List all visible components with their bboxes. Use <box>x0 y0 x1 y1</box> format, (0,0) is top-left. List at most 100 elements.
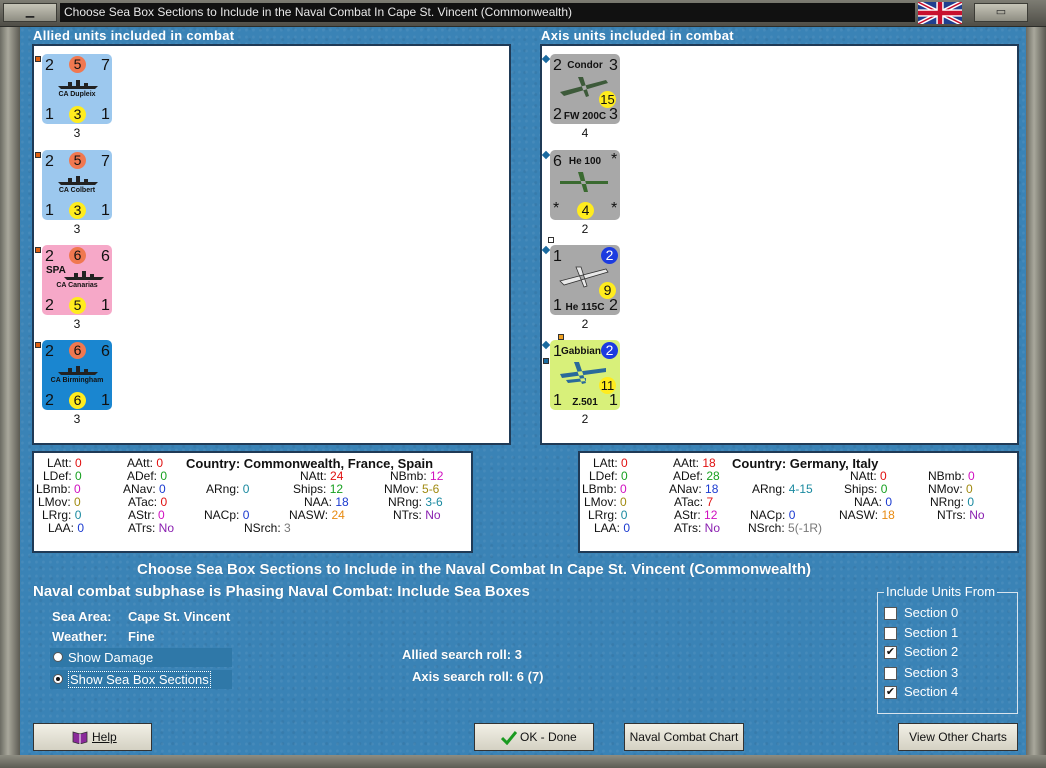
counter-bottom-right: 3 <box>609 106 618 123</box>
unit-value: 3 <box>73 317 81 331</box>
unit-counter[interactable]: 1 Gabbiano 2 11 1 Z.501 1 2 <box>541 334 622 436</box>
show-damage-option[interactable]: Show Damage <box>50 648 232 667</box>
counter-bottom-right: 1 <box>101 202 110 219</box>
counter-top-circle: 6 <box>69 342 86 359</box>
minimize-button[interactable]: ▁ <box>3 3 57 22</box>
counter-face: 2 6 6 SPA CA Canarias 2 5 1 <box>42 245 112 315</box>
counter-top-left: 2 <box>45 153 54 170</box>
counter-bottom-circle: 6 <box>69 392 86 409</box>
counter-face: 6 He 100 * * 4 * <box>550 150 620 220</box>
section-0-checkbox[interactable] <box>884 607 897 620</box>
stat-laa: LAA: 0 <box>594 521 631 535</box>
section-1-option[interactable]: Section 1 <box>884 625 1014 643</box>
ok-done-button[interactable]: OK - Done <box>474 723 594 751</box>
counter-top-left: 2 <box>45 343 54 360</box>
section-3-option[interactable]: Section 3 <box>884 665 1014 683</box>
naval-combat-chart-label: Naval Combat Chart <box>629 730 739 744</box>
unit-counter[interactable]: 2 5 7 CA Dupleix 1 3 1 3 <box>34 54 114 150</box>
ok-done-label: OK - Done <box>520 730 577 744</box>
stat-ships: Ships: 0 <box>844 482 888 496</box>
counter-circle: 4 <box>577 202 594 219</box>
unit-counter[interactable]: 2 6 6 CA Birmingham 2 6 1 3 <box>34 340 114 436</box>
show-sections-option[interactable]: Show Sea Box Sections <box>50 670 232 689</box>
checkmark-icon <box>501 731 517 745</box>
status-marker <box>35 56 41 62</box>
section-3-checkbox[interactable] <box>884 667 897 680</box>
counter-top-left: 2 <box>45 57 54 74</box>
stat-arng: ARng: 4-15 <box>752 482 813 496</box>
view-other-charts-button[interactable]: View Other Charts <box>898 723 1018 751</box>
stat-atac: ATac: 7 <box>674 495 714 509</box>
axis-units-label: Axis units included in combat <box>541 28 734 43</box>
help-button[interactable]: Help <box>33 723 152 751</box>
help-label: Help <box>92 730 117 744</box>
counter-bottom-left: 1 <box>45 106 54 123</box>
stat-ldef: LDef: 0 <box>589 469 628 483</box>
unit-counter[interactable]: 6 He 100 * * 4 * 2 <box>541 150 622 246</box>
counter-bottom-right: * <box>611 200 618 217</box>
radio-show-damage[interactable] <box>53 652 63 662</box>
stat-naa: NAA: 0 <box>854 495 893 509</box>
unit-counter[interactable]: 2 Condor 3 15 2 FW 200C 3 4 <box>541 54 622 150</box>
unit-counter[interactable]: 2 6 6 SPA CA Canarias 2 5 1 3 <box>34 245 114 341</box>
nation-tag: SPA <box>46 265 66 276</box>
unit-counter[interactable]: 1 2 9 1 He 115C 2 2 <box>541 237 622 341</box>
stat-lrrg: LRrg: 0 <box>588 508 628 522</box>
section-1-checkbox[interactable] <box>884 627 897 640</box>
section-0-label: Section 0 <box>904 605 959 620</box>
allied-units-label: Allied units included in combat <box>33 28 235 43</box>
stat-nrng: NRng: 3-6 <box>388 495 443 509</box>
unit-value: 3 <box>73 126 81 140</box>
counter-top-circle: 5 <box>69 56 86 73</box>
section-4-option[interactable]: ✔ Section 4 <box>884 684 1014 702</box>
axis-search-roll: Axis search roll: 6 (7) <box>412 669 544 684</box>
stat-laa: LAA: 0 <box>48 521 85 535</box>
plane-icon <box>560 172 608 192</box>
counter-bottom-right: 1 <box>101 392 110 409</box>
unit-counter[interactable]: 2 5 7 CA Colbert 1 3 1 3 <box>34 150 114 246</box>
stat-astr: AStr: 0 <box>128 508 165 522</box>
section-2-option[interactable]: ✔ Section 2 <box>884 644 1014 662</box>
status-marker <box>543 358 549 364</box>
naval-combat-chart-button[interactable]: Naval Combat Chart <box>624 723 744 751</box>
unit-name: CA Colbert <box>58 187 96 194</box>
counter-bottom-right: 2 <box>609 297 618 314</box>
section-2-checkbox[interactable]: ✔ <box>884 646 897 659</box>
stat-arng: ARng: 0 <box>206 482 250 496</box>
weather-label: Weather: <box>52 629 108 644</box>
radio-show-sections[interactable] <box>53 674 63 684</box>
allied-units-panel[interactable]: 2 5 7 CA Dupleix 1 3 1 3 2 5 7 CA Colber… <box>32 44 511 445</box>
stat-nacp: NACp: 0 <box>750 508 796 522</box>
status-marker <box>548 237 554 243</box>
stat-atac: ATac: 0 <box>128 495 168 509</box>
axis-units-panel[interactable]: 2 Condor 3 15 2 FW 200C 3 4 6 He 100 * *… <box>540 44 1019 445</box>
section-0-option[interactable]: Section 0 <box>884 605 1014 623</box>
stat-aatt: AAtt: 0 <box>127 456 164 470</box>
section-1-label: Section 1 <box>904 625 959 640</box>
stat-lmov: LMov: 0 <box>584 495 627 509</box>
stat-adef: ADef: 28 <box>673 469 720 483</box>
stat-lrrg: LRrg: 0 <box>42 508 82 522</box>
weather-value: Fine <box>128 629 155 644</box>
stat-natt: NAtt: 24 <box>300 469 344 483</box>
stat-aatt: AAtt: 18 <box>673 456 716 470</box>
counter-top-right: 7 <box>101 57 110 74</box>
maximize-button[interactable]: ▭ <box>974 3 1028 22</box>
status-marker <box>541 245 551 255</box>
counter-top-right: * <box>611 151 618 168</box>
stat-nasw: NASW: 24 <box>289 508 345 522</box>
ship-icon <box>58 366 98 375</box>
section-4-checkbox[interactable]: ✔ <box>884 686 897 699</box>
stat-nmov: NMov: 0 <box>928 482 973 496</box>
stat-nsrch: NSrch: 3 <box>244 521 291 535</box>
unit-value: 4 <box>581 126 589 140</box>
sea-area-value: Cape St. Vincent <box>128 609 231 624</box>
stat-nacp: NACp: 0 <box>204 508 250 522</box>
counter-top-circle: 5 <box>69 152 86 169</box>
unit-value: 2 <box>581 317 589 331</box>
counter-bottom-left: 2 <box>45 392 54 409</box>
stat-ntrs: NTrs: No <box>393 508 441 522</box>
book-icon <box>72 731 88 744</box>
status-marker <box>35 247 41 253</box>
include-units-group: Include Units From Section 0 Section 1 ✔… <box>877 584 1018 714</box>
